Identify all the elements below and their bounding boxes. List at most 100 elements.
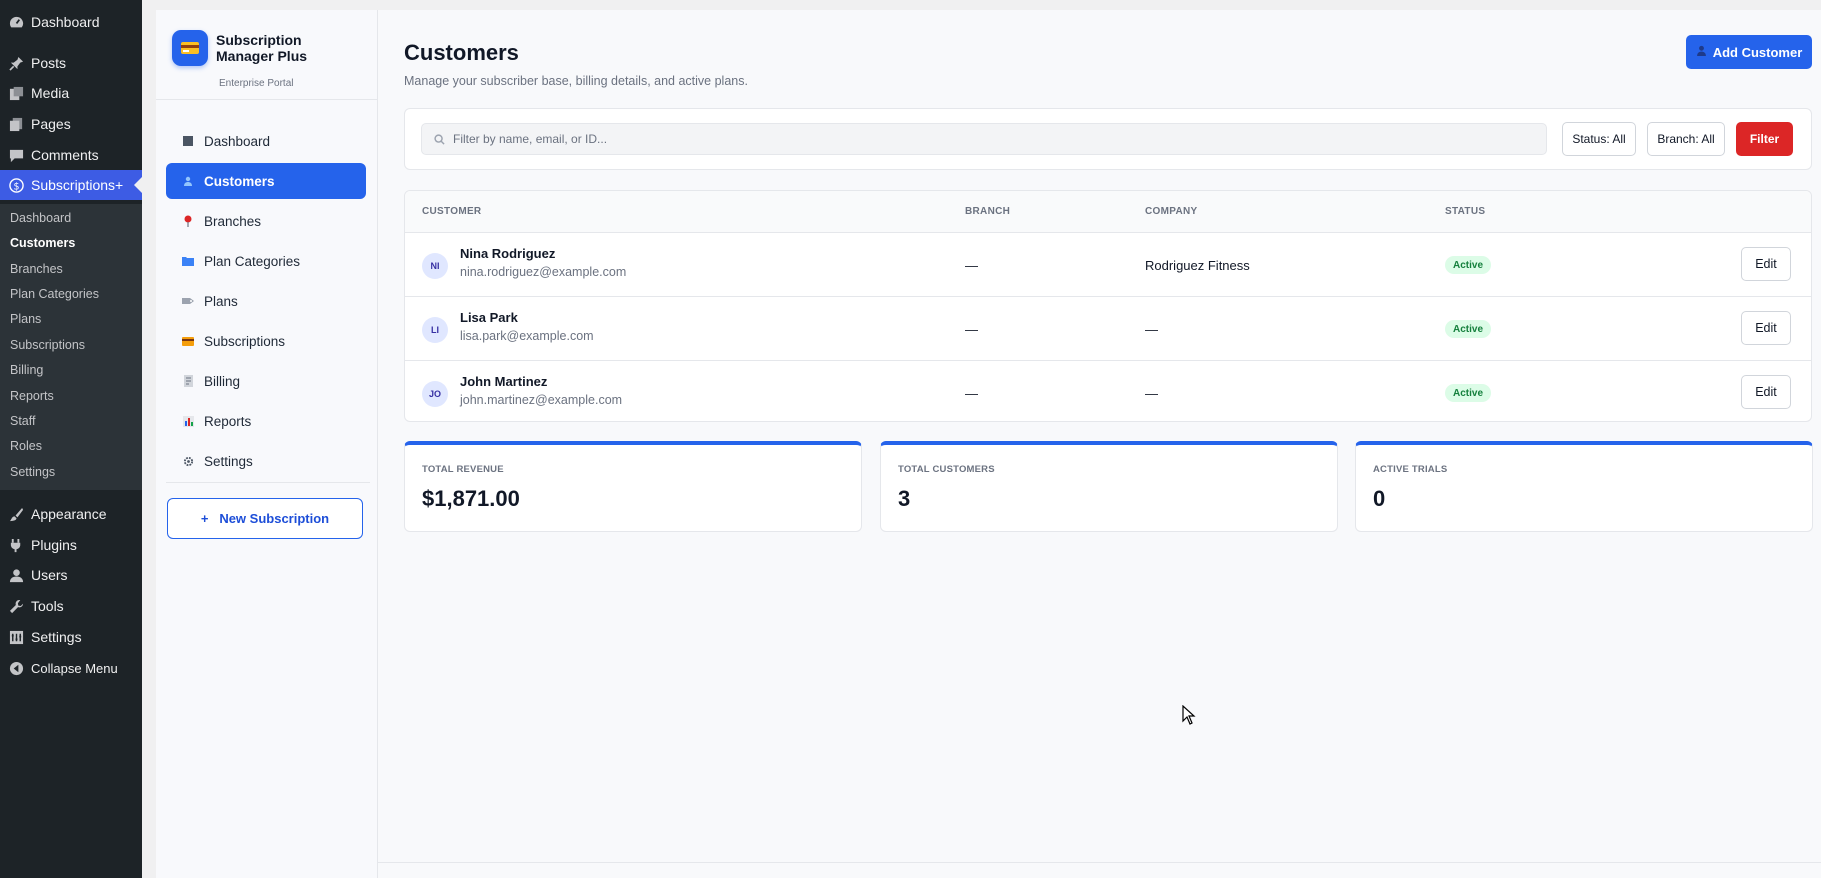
table-row: NI Nina Rodriguez nina.rodriguez@example… xyxy=(405,233,1811,297)
add-customer-label: Add Customer xyxy=(1712,44,1803,60)
search-input[interactable] xyxy=(453,132,1453,146)
customer-name: John Martinez xyxy=(460,374,548,389)
brush-icon xyxy=(8,506,24,522)
svg-text:$: $ xyxy=(13,181,19,192)
branch-filter-button[interactable]: Branch: All xyxy=(1647,122,1725,156)
wp-menu-posts[interactable]: Posts xyxy=(0,48,142,78)
wp-submenu-dashboard[interactable]: Dashboard xyxy=(0,206,142,230)
wp-submenu-customers[interactable]: Customers xyxy=(0,231,142,255)
wp-submenu-reports[interactable]: Reports xyxy=(0,384,142,408)
nav-item-plan-categories[interactable]: Plan Categories xyxy=(166,243,366,279)
edit-button[interactable]: Edit xyxy=(1741,375,1791,409)
search-icon xyxy=(434,133,445,145)
customer-email: lisa.park@example.com xyxy=(460,329,594,343)
wp-menu-collapse[interactable]: Collapse Menu xyxy=(0,653,142,683)
tag-icon xyxy=(182,295,194,307)
settings-icon xyxy=(8,629,24,645)
stat-card-total-customers: TOTAL CUSTOMERS 3 xyxy=(880,441,1338,532)
wp-submenu-staff[interactable]: Staff xyxy=(0,409,142,433)
wp-menu-label: Posts xyxy=(31,55,67,71)
stat-label: ACTIVE TRIALS xyxy=(1373,464,1448,475)
wp-menu-label: Pages xyxy=(31,116,71,132)
column-header-customer: CUSTOMER xyxy=(422,206,482,217)
person-icon xyxy=(182,175,194,187)
nav-item-label: Customers xyxy=(204,173,275,189)
column-header-company: COMPANY xyxy=(1145,206,1198,217)
wp-submenu-branches[interactable]: Branches xyxy=(0,257,142,281)
nav-item-label: Subscriptions xyxy=(204,333,286,349)
collapse-icon xyxy=(8,660,24,676)
wp-content-area: Subscription Manager Plus Enterprise Por… xyxy=(142,0,1821,878)
nav-item-customers[interactable]: Customers xyxy=(166,163,366,199)
nav-item-label: Settings xyxy=(204,453,253,469)
customer-company: — xyxy=(1145,322,1158,337)
add-customer-button[interactable]: Add Customer xyxy=(1686,35,1812,69)
wp-menu-settings[interactable]: Settings xyxy=(0,622,142,652)
plug-icon xyxy=(8,537,24,553)
status-badge: Active xyxy=(1445,320,1492,338)
table-row: LI Lisa Park lisa.park@example.com — — A… xyxy=(405,297,1811,361)
search-box[interactable] xyxy=(421,123,1547,155)
column-header-branch: BRANCH xyxy=(965,206,1011,217)
stat-card-total-revenue: TOTAL REVENUE $1,871.00 xyxy=(404,441,862,532)
wp-submenu-plan-categories[interactable]: Plan Categories xyxy=(0,282,142,306)
wp-menu-label: Plugins xyxy=(31,537,77,553)
stat-value: 0 xyxy=(1373,486,1386,511)
new-subscription-button[interactable]: + New Subscription xyxy=(167,498,363,539)
wp-menu-media[interactable]: Media xyxy=(0,78,142,108)
nav-item-label: Plans xyxy=(204,293,238,309)
wp-menu-comments[interactable]: Comments xyxy=(0,140,142,170)
customer-email: john.martinez@example.com xyxy=(460,393,623,407)
wp-submenu-subscriptions[interactable]: Subscriptions xyxy=(0,333,142,357)
card-icon xyxy=(182,335,194,347)
edit-button[interactable]: Edit xyxy=(1741,311,1791,345)
wp-menu-pages[interactable]: Pages xyxy=(0,109,142,139)
pages-icon xyxy=(8,116,24,132)
avatar: NI xyxy=(422,253,448,279)
filter-button[interactable]: Filter xyxy=(1736,122,1793,156)
wp-menu-dashboard[interactable]: Dashboard xyxy=(0,7,142,37)
nav-item-branches[interactable]: Branches xyxy=(166,203,366,239)
brand-title: Subscription Manager Plus xyxy=(216,32,308,64)
wp-menu-label: Media xyxy=(31,85,70,101)
location-pin-icon xyxy=(182,215,194,227)
nav-item-plans[interactable]: Plans xyxy=(166,283,366,319)
nav-item-label: Reports xyxy=(204,413,252,429)
plugin-app: Subscription Manager Plus Enterprise Por… xyxy=(156,10,1821,878)
customer-email: nina.rodriguez@example.com xyxy=(460,265,627,279)
nav-item-subscriptions[interactable]: Subscriptions xyxy=(166,323,366,359)
nav-item-settings[interactable]: Settings xyxy=(166,443,366,479)
customer-branch: — xyxy=(965,322,978,337)
nav-item-dashboard[interactable]: Dashboard xyxy=(166,123,366,159)
stat-value: $1,871.00 xyxy=(422,486,520,511)
column-header-status: STATUS xyxy=(1445,206,1486,217)
nav-item-reports[interactable]: Reports xyxy=(166,403,366,439)
edit-button[interactable]: Edit xyxy=(1741,247,1791,281)
customer-company: — xyxy=(1145,386,1158,401)
customer-name: Nina Rodriguez xyxy=(460,246,556,261)
customer-company: Rodriguez Fitness xyxy=(1145,258,1250,273)
wp-menu-label: Tools xyxy=(31,598,64,614)
brand-subtitle: Enterprise Portal xyxy=(219,78,294,89)
gear-icon xyxy=(182,455,194,467)
wp-menu-subscriptions-plus[interactable]: $ Subscriptions+ xyxy=(0,170,142,200)
wp-submenu-settings[interactable]: Settings xyxy=(0,460,142,484)
wp-submenu-plans[interactable]: Plans xyxy=(0,307,142,331)
wp-menu-label: Settings xyxy=(31,629,82,645)
wp-menu-appearance[interactable]: Appearance xyxy=(0,499,142,529)
nav-item-billing[interactable]: Billing xyxy=(166,363,366,399)
wp-menu-plugins[interactable]: Plugins xyxy=(0,530,142,560)
status-filter-button[interactable]: Status: All xyxy=(1562,122,1636,156)
wp-submenu-billing[interactable]: Billing xyxy=(0,358,142,382)
grid-icon xyxy=(182,135,194,147)
wp-menu-users[interactable]: Users xyxy=(0,560,142,590)
comment-icon xyxy=(8,147,24,163)
wp-menu-label: Subscriptions+ xyxy=(31,177,124,193)
page-subtitle: Manage your subscriber base, billing det… xyxy=(404,74,748,88)
wp-submenu-roles[interactable]: Roles xyxy=(0,434,142,458)
avatar: LI xyxy=(422,317,448,343)
status-badge: Active xyxy=(1445,256,1492,274)
bar-chart-icon xyxy=(182,415,194,427)
credit-card-icon xyxy=(172,30,208,66)
wp-menu-tools[interactable]: Tools xyxy=(0,591,142,621)
